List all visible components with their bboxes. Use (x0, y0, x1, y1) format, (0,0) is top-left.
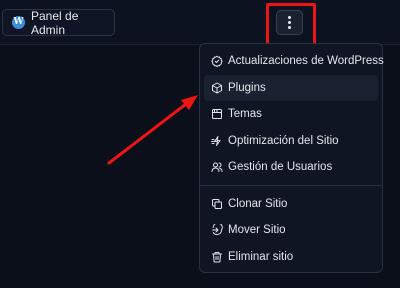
screen: W Panel de Admin Actualizaciones de Word… (0, 0, 400, 288)
users-icon (211, 161, 223, 173)
admin-panel-button[interactable]: W Panel de Admin (2, 8, 115, 37)
menu-item-clone-site[interactable]: Clonar Sitio (204, 191, 378, 218)
menu-divider (200, 184, 382, 186)
menu-item-label: Clonar Sitio (228, 197, 288, 210)
menu-item-label: Gestión de Usuarios (228, 161, 333, 174)
lightning-icon (211, 135, 223, 147)
menu-item-wordpress-updates[interactable]: Actualizaciones de WordPress (204, 48, 384, 75)
theme-window-icon (211, 108, 223, 120)
menu-item-label: Actualizaciones de WordPress (228, 55, 384, 68)
menu-item-label: Mover Sitio (228, 224, 286, 237)
menu-item-move-site[interactable]: Mover Sitio (204, 217, 378, 244)
wordpress-icon: W (12, 16, 25, 29)
copy-icon (211, 198, 223, 210)
admin-panel-label: Panel de Admin (31, 8, 79, 37)
menu-item-delete-site[interactable]: Eliminar sitio (204, 244, 378, 271)
menu-item-site-optimization[interactable]: Optimización del Sitio (204, 128, 378, 155)
highlight-box (266, 3, 316, 46)
menu-item-label: Eliminar sitio (228, 250, 294, 263)
site-actions-menu: Actualizaciones de WordPress Plugins Tem… (199, 43, 384, 273)
menu-item-label: Plugins (228, 81, 266, 94)
menu-item-label: Optimización del Sitio (228, 134, 339, 147)
check-badge-icon (211, 55, 223, 68)
move-icon (211, 224, 223, 236)
menu-item-plugins[interactable]: Plugins (204, 74, 378, 101)
top-bar: W Panel de Admin (0, 0, 400, 46)
box-icon (211, 82, 223, 94)
menu-item-themes[interactable]: Temas (204, 101, 378, 128)
menu-item-label: Temas (228, 108, 262, 121)
menu-item-user-management[interactable]: Gestión de Usuarios (204, 154, 378, 181)
trash-icon (211, 251, 223, 263)
